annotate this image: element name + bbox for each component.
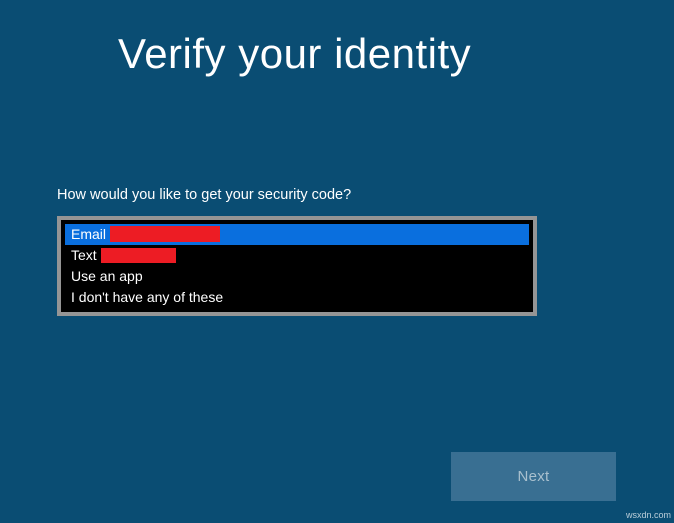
option-email[interactable]: Email xyxy=(65,224,529,245)
redacted-email xyxy=(110,226,220,242)
option-use-app[interactable]: Use an app xyxy=(65,266,529,287)
page-title: Verify your identity xyxy=(118,30,471,78)
dropdown-list: Email Text Use an app I don't have any o… xyxy=(61,220,533,312)
watermark: wsxdn.com xyxy=(626,510,671,520)
next-button[interactable]: Next xyxy=(451,452,616,501)
option-none[interactable]: I don't have any of these xyxy=(65,287,529,308)
verification-method-dropdown[interactable]: Email Text Use an app I don't have any o… xyxy=(57,216,537,316)
option-label: I don't have any of these xyxy=(71,289,223,305)
option-label: Email xyxy=(71,226,110,242)
option-text[interactable]: Text xyxy=(65,245,529,266)
option-label: Use an app xyxy=(71,268,143,284)
option-label: Text xyxy=(71,247,101,263)
security-code-prompt: How would you like to get your security … xyxy=(57,187,351,203)
redacted-phone xyxy=(101,248,176,263)
